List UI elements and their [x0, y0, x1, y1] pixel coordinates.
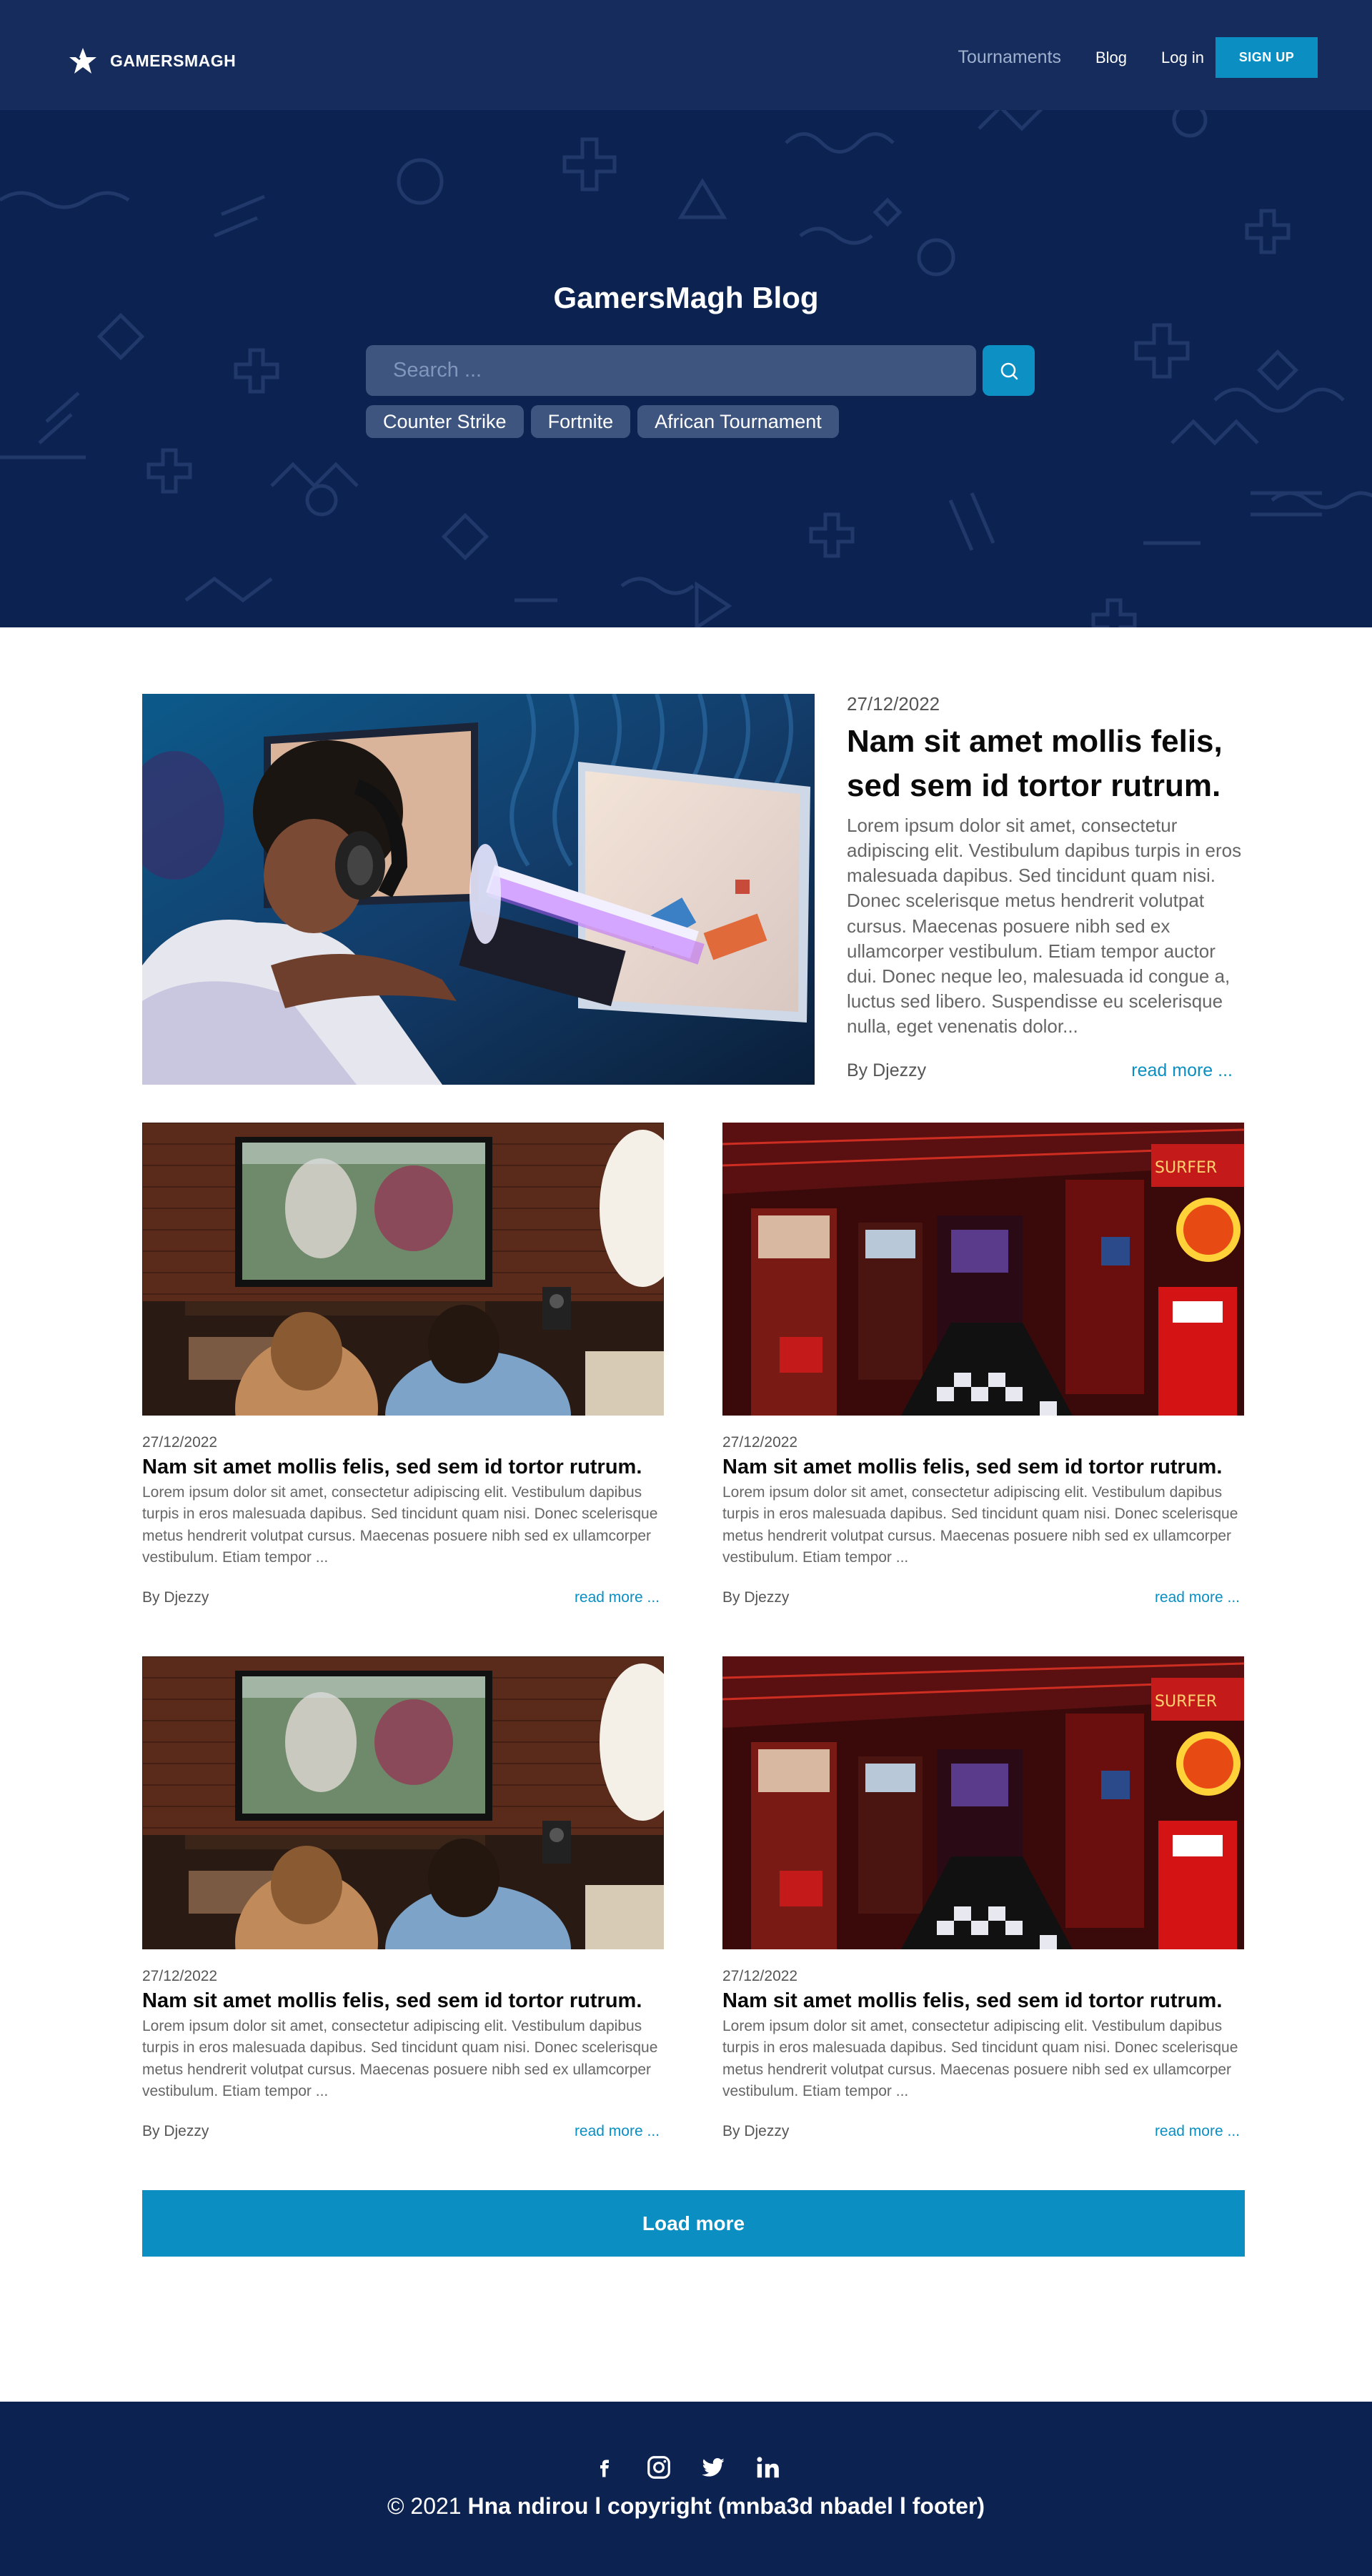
featured-author: By Djezzy [847, 1060, 927, 1080]
post-card: 27/12/2022 Nam sit amet mollis felis, se… [142, 1656, 664, 2140]
social-links [0, 2453, 1372, 2482]
featured-date: 27/12/2022 [847, 693, 940, 715]
post-image[interactable] [142, 1123, 664, 1416]
site-footer: © 2021 Hna ndirou l copyright (mnba3d nb… [0, 2402, 1372, 2576]
facebook-link[interactable] [590, 2453, 619, 2482]
post-read-more-link[interactable]: read more ... [1155, 1589, 1240, 1606]
search-icon [1000, 362, 1018, 379]
post-card: 27/12/2022 Nam sit amet mollis felis, se… [142, 1123, 664, 1606]
tag-african-tournament[interactable]: African Tournament [637, 405, 839, 438]
featured-image[interactable] [142, 694, 815, 1085]
post-read-more-link[interactable]: read more ... [575, 1589, 660, 1606]
svg-text:SURFER: SURFER [1155, 1693, 1217, 1711]
featured-footer: By Djezzy read more ... [847, 1060, 1233, 1081]
load-more-button[interactable]: Load more [142, 2190, 1245, 2257]
post-title[interactable]: Nam sit amet mollis felis, sed sem id to… [722, 1989, 1244, 2013]
copyright-text: © 2021 Hna ndirou l copyright (mnba3d nb… [0, 2493, 1372, 2520]
copyright-bold: Hna ndirou l copyright (mnba3d nbadel l … [467, 2493, 985, 2519]
post-title[interactable]: Nam sit amet mollis felis, sed sem id to… [142, 1456, 664, 1479]
instagram-link[interactable] [645, 2453, 673, 2482]
gamer-photo [142, 694, 815, 1085]
nav-links: Tournaments Blog Log in SIGN UP [958, 37, 1318, 78]
post-card: SURFER 27/12/2022 Nam sit amet mollis fe… [722, 1123, 1244, 1606]
post-date: 27/12/2022 [722, 1434, 798, 1451]
nav-login-link[interactable]: Log in [1161, 49, 1204, 67]
featured-excerpt: Lorem ipsum dolor sit amet, consectetur … [847, 815, 1242, 1037]
post-date: 27/12/2022 [142, 1434, 218, 1451]
post-author: By Djezzy [142, 2122, 209, 2139]
post-title[interactable]: Nam sit amet mollis felis, sed sem id to… [142, 1989, 664, 2013]
post-excerpt: Lorem ipsum dolor sit amet, consectetur … [142, 1484, 658, 1566]
svg-text:SURFER: SURFER [1155, 1159, 1217, 1177]
twitter-link[interactable] [699, 2453, 727, 2482]
signup-button[interactable]: SIGN UP [1216, 37, 1318, 78]
search-input[interactable] [366, 345, 976, 396]
post-footer: By Djezzy read more ... [722, 2123, 1244, 2140]
top-navbar: GAMERSMAGH Tournaments Blog Log in SIGN … [0, 0, 1372, 110]
arcade-hall-photo: SURFER [722, 1656, 1244, 1949]
arcade-hall-photo: SURFER [722, 1123, 1244, 1416]
linkedin-link[interactable] [753, 2453, 782, 2482]
post-image[interactable] [142, 1656, 664, 1949]
post-read-more-link[interactable]: read more ... [575, 2123, 660, 2140]
tag-counter-strike[interactable]: Counter Strike [366, 405, 524, 438]
nav-tournaments-link[interactable]: Tournaments [958, 47, 1061, 68]
post-footer: By Djezzy read more ... [142, 2123, 664, 2140]
brand-name: GAMERSMAGH [110, 51, 237, 70]
post-excerpt: Lorem ipsum dolor sit amet, consectetur … [142, 2018, 658, 2100]
post-card: SURFER 27/12/2022 Nam sit amet mollis fe… [722, 1656, 1244, 2140]
featured-read-more-link[interactable]: read more ... [1131, 1060, 1233, 1081]
featured-content: 27/12/2022 Nam sit amet mollis felis, se… [847, 693, 1243, 1039]
post-excerpt: Lorem ipsum dolor sit amet, consectetur … [722, 1484, 1238, 1566]
post-image[interactable]: SURFER [722, 1656, 1244, 1949]
hero-section: GAMERSMAGH Tournaments Blog Log in SIGN … [0, 0, 1372, 627]
twitter-icon [702, 2457, 725, 2477]
star-logo-icon [69, 48, 96, 74]
living-room-gaming-photo [142, 1656, 664, 1949]
post-footer: By Djezzy read more ... [142, 1589, 664, 1606]
post-date: 27/12/2022 [722, 1968, 798, 1984]
hero-title: GamersMagh Blog [553, 281, 819, 314]
tag-fortnite[interactable]: Fortnite [530, 405, 631, 438]
brand-logo[interactable]: GAMERSMAGH [69, 46, 236, 75]
tag-list: Counter Strike Fortnite African Tourname… [366, 405, 846, 438]
post-date: 27/12/2022 [142, 1968, 218, 1984]
post-footer: By Djezzy read more ... [722, 1589, 1244, 1606]
post-read-more-link[interactable]: read more ... [1155, 2123, 1240, 2140]
copyright-prefix: © 2021 [387, 2493, 462, 2519]
featured-title[interactable]: Nam sit amet mollis felis, sed sem id to… [847, 720, 1243, 807]
search-button[interactable] [983, 345, 1035, 396]
instagram-icon [647, 2456, 670, 2479]
post-author: By Djezzy [142, 1588, 209, 1606]
post-excerpt: Lorem ipsum dolor sit amet, consectetur … [722, 2018, 1238, 2100]
post-author: By Djezzy [722, 2122, 790, 2139]
linkedin-icon [757, 2457, 779, 2478]
facebook-icon [600, 2460, 609, 2477]
living-room-gaming-photo [142, 1123, 664, 1416]
post-author: By Djezzy [722, 1588, 790, 1606]
post-title[interactable]: Nam sit amet mollis felis, sed sem id to… [722, 1456, 1244, 1479]
nav-blog-link[interactable]: Blog [1095, 49, 1127, 67]
post-image[interactable]: SURFER [722, 1123, 1244, 1416]
